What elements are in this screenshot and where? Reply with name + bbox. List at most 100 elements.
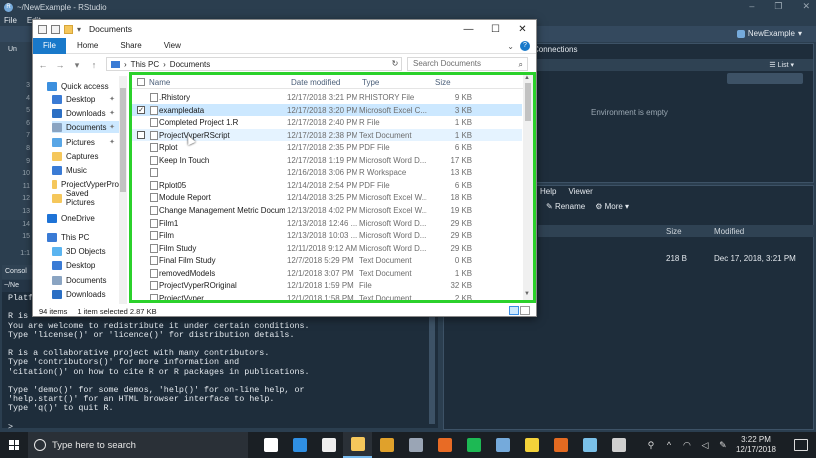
breadcrumb-this-pc[interactable]: This PC bbox=[131, 60, 159, 69]
file-row[interactable]: removedModels 12/1/2018 3:07 PM Text Docum… bbox=[132, 267, 522, 280]
large-icons-view-icon[interactable] bbox=[520, 306, 530, 315]
file-row[interactable]: Film Study 12/11/2018 9:12 AM Microsoft Wo… bbox=[132, 242, 522, 255]
environment-search-input[interactable] bbox=[727, 73, 803, 84]
edge-taskbar-button[interactable] bbox=[285, 432, 314, 458]
show-hidden-icon[interactable]: ^ bbox=[664, 440, 674, 450]
firefox-taskbar-button[interactable] bbox=[430, 432, 459, 458]
network-icon[interactable]: ◠ bbox=[682, 440, 692, 450]
spotify-taskbar-button[interactable] bbox=[459, 432, 488, 458]
size-column-header[interactable]: Size bbox=[435, 78, 451, 87]
file-row[interactable]: Film 12/13/2018 10:03 ... Microsoft Word D… bbox=[132, 229, 522, 242]
more-button[interactable]: ⚙ More ▾ bbox=[595, 202, 629, 211]
modified-column-header[interactable]: Modified bbox=[714, 227, 744, 236]
date-column-header[interactable]: Date modified bbox=[291, 78, 340, 87]
forward-icon[interactable]: → bbox=[53, 60, 67, 70]
minimize-icon[interactable]: — bbox=[455, 20, 482, 38]
help-icon[interactable]: ? bbox=[520, 41, 530, 51]
snipping-taskbar-button[interactable] bbox=[575, 432, 604, 458]
tab-connections[interactable]: Connections bbox=[533, 45, 577, 54]
sticky-notes-taskbar-button[interactable] bbox=[517, 432, 546, 458]
console-tab[interactable]: Consol bbox=[2, 265, 36, 279]
navigation-scroll-thumb[interactable] bbox=[120, 88, 126, 192]
properties-icon[interactable] bbox=[38, 24, 47, 34]
chevron-down-icon[interactable]: ▾ bbox=[77, 25, 81, 34]
minimize-icon[interactable]: – bbox=[749, 1, 754, 12]
file-list-scroll-thumb[interactable] bbox=[525, 83, 531, 121]
scroll-up-icon[interactable]: ▲ bbox=[524, 75, 530, 81]
tab-share[interactable]: Share bbox=[109, 38, 152, 54]
nav-item-saved-pictures[interactable]: Saved Pictures bbox=[52, 189, 119, 207]
file-list-scrollbar[interactable]: ▲ ▼ bbox=[523, 75, 533, 300]
type-column-header[interactable]: Type bbox=[362, 78, 379, 87]
list-view-button[interactable]: ☰ List ▾ bbox=[769, 61, 794, 69]
file-row[interactable]: ✓ exampledata 12/17/2018 3:20 PM Microsoft … bbox=[132, 103, 522, 117]
pen-icon[interactable]: ✎ bbox=[718, 440, 728, 450]
file-row[interactable]: Rplot05 12/14/2018 2:54 PM PDF File 6 KB bbox=[132, 179, 522, 192]
nav-item-desktop[interactable]: Desktop bbox=[52, 259, 119, 271]
file-explorer-taskbar-button[interactable] bbox=[343, 432, 372, 458]
taskbar-search[interactable]: Type here to search bbox=[28, 432, 248, 458]
rename-button[interactable]: ✎ Rename bbox=[546, 202, 585, 211]
nav-item-onedrive[interactable]: OneDrive bbox=[47, 212, 119, 224]
restore-icon[interactable]: ❐ bbox=[774, 1, 782, 12]
select-all-checkbox[interactable] bbox=[137, 78, 145, 86]
scroll-down-icon[interactable]: ▼ bbox=[524, 291, 530, 297]
calculator-taskbar-button[interactable] bbox=[604, 432, 633, 458]
close-icon[interactable]: ✕ bbox=[509, 20, 536, 38]
file-row[interactable]: 12/16/2018 3:06 PM R Workspace 13 KB bbox=[132, 166, 522, 179]
row-checkbox[interactable] bbox=[137, 130, 145, 139]
expand-ribbon-icon[interactable]: ⌄ bbox=[507, 42, 514, 51]
people-icon[interactable]: ⚲ bbox=[646, 440, 656, 450]
volume-icon[interactable]: ◁ bbox=[700, 440, 710, 450]
source-tab[interactable]: Un bbox=[8, 46, 17, 53]
nav-item-3d-objects[interactable]: 3D Objects bbox=[52, 245, 119, 257]
file-row[interactable]: Change Management Metric Docume... 12/13/… bbox=[132, 204, 522, 217]
start-button[interactable] bbox=[0, 432, 28, 458]
tab-viewer[interactable]: Viewer bbox=[568, 187, 592, 196]
nav-item-documents[interactable]: Documents bbox=[52, 274, 119, 286]
file-row[interactable]: ProjectVyper 12/1/2018 1:58 PM Text Docume… bbox=[132, 292, 522, 300]
file-row[interactable]: Final Film Study 12/7/2018 5:29 PM Text Do… bbox=[132, 254, 522, 267]
name-column-header[interactable]: Name bbox=[149, 78, 170, 87]
new-window-icon[interactable] bbox=[51, 24, 60, 34]
back-icon[interactable]: ← bbox=[36, 60, 50, 70]
console-scrollbar[interactable] bbox=[429, 300, 435, 424]
new-folder-icon[interactable] bbox=[64, 24, 73, 34]
search-documents-input[interactable]: Search Documents ⌕ bbox=[407, 57, 528, 71]
file-row[interactable]: ProjectVyperROriginal 12/1/2018 1:59 PM Fi… bbox=[132, 279, 522, 292]
file-row[interactable]: Completed Project 1.R 12/17/2018 2:40 PM R… bbox=[132, 116, 522, 129]
tab-file[interactable]: File bbox=[33, 37, 66, 54]
nav-item-documents[interactable]: Documents ✦ bbox=[52, 121, 119, 133]
nav-item-downloads[interactable]: Downloads bbox=[52, 288, 119, 300]
close-icon[interactable]: ✕ bbox=[802, 1, 810, 12]
address-bar[interactable]: › This PC › Documents bbox=[106, 57, 402, 71]
tab-view[interactable]: View bbox=[153, 38, 192, 54]
menu-file[interactable]: File bbox=[4, 16, 17, 25]
nav-item-pictures[interactable]: Pictures ✦ bbox=[52, 136, 119, 148]
tab-help[interactable]: Help bbox=[540, 187, 556, 196]
recent-chevron-icon[interactable]: ▾ bbox=[70, 60, 84, 71]
rstudio-taskbar-button[interactable] bbox=[488, 432, 517, 458]
project-menu[interactable]: NewExample ▾ bbox=[736, 29, 802, 38]
nav-item-desktop[interactable]: Desktop ✦ bbox=[52, 93, 119, 105]
nav-item-quick-access[interactable]: Quick access bbox=[47, 80, 119, 92]
file-row[interactable]: Film1 12/13/2018 12:46 ... Microsoft Word … bbox=[132, 217, 522, 230]
size-column-header[interactable]: Size bbox=[666, 227, 682, 236]
file-row[interactable]: Keep In Touch 12/17/2018 1:19 PM Microsoft… bbox=[132, 154, 522, 167]
nav-item-captures[interactable]: Captures bbox=[52, 150, 119, 162]
nav-item-downloads[interactable]: Downloads ✦ bbox=[52, 107, 119, 119]
refresh-icon[interactable]: ↻ bbox=[388, 57, 402, 71]
row-checkbox[interactable]: ✓ bbox=[137, 105, 145, 114]
file-row[interactable]: .Rhistory 12/17/2018 3:21 PM RHISTORY File… bbox=[132, 91, 522, 104]
up-icon[interactable]: ↑ bbox=[87, 60, 101, 70]
file-row[interactable]: Module Report 12/14/2018 3:25 PM Microsoft… bbox=[132, 191, 522, 204]
maximize-icon[interactable]: ☐ bbox=[482, 20, 509, 38]
tab-home[interactable]: Home bbox=[66, 38, 109, 54]
table-row[interactable]: 218 B Dec 17, 2018, 3:21 PM bbox=[538, 252, 814, 264]
media-player-taskbar-button[interactable] bbox=[546, 432, 575, 458]
notification-icon[interactable] bbox=[794, 439, 808, 451]
breadcrumb-documents[interactable]: Documents bbox=[170, 60, 210, 69]
navigation-scrollbar[interactable] bbox=[119, 76, 127, 304]
chrome-taskbar-button[interactable] bbox=[372, 432, 401, 458]
photos-taskbar-button[interactable] bbox=[401, 432, 430, 458]
